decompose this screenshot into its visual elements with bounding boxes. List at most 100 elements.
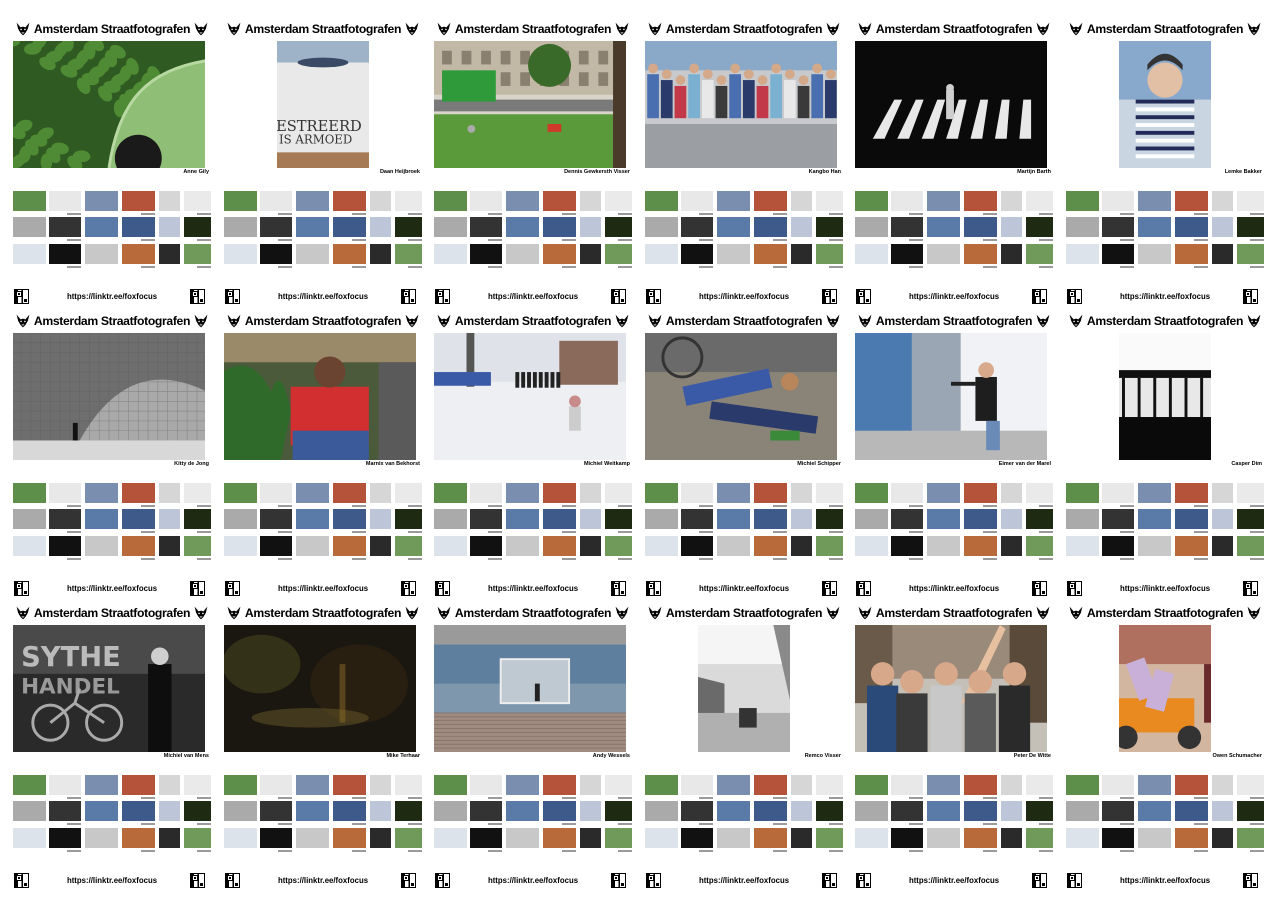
- poster-title: Amsterdam Straatfotografen: [244, 22, 402, 36]
- fox-head-icon: [15, 605, 31, 621]
- linktree-link[interactable]: https://linktr.ee/foxfocus: [254, 584, 392, 593]
- mini-caption: [1025, 265, 1053, 269]
- linktree-link[interactable]: https://linktr.ee/foxfocus: [885, 876, 1023, 885]
- mini-thumbnail: [370, 828, 391, 848]
- mini-thumbnail: [855, 509, 888, 529]
- mini-thumbnail: [434, 191, 467, 211]
- mini-caption: [183, 212, 211, 216]
- linktree-link[interactable]: https://linktr.ee/foxfocus: [464, 876, 602, 885]
- linktree-link[interactable]: https://linktr.ee/foxfocus: [675, 292, 813, 301]
- mini-caption: [815, 796, 843, 800]
- mini-thumbnail: [754, 217, 787, 237]
- mini-thumbnail: [260, 483, 292, 503]
- mini-thumbnail: [681, 217, 713, 237]
- mini-thumbnail: [333, 244, 366, 264]
- mini-caption: [895, 557, 923, 561]
- mini-thumbnail: [816, 509, 843, 529]
- poster-header: Amsterdam Straatfotografen: [15, 311, 209, 331]
- qr-code-icon: [14, 289, 29, 304]
- poster-header: Amsterdam Straatfotografen: [1068, 19, 1262, 39]
- mini-caption: [969, 212, 997, 216]
- mini-thumbnail: [85, 483, 118, 503]
- mini-thumbnail: [184, 483, 211, 503]
- mini-thumbnail: [1102, 801, 1134, 821]
- mini-caption: [895, 822, 923, 826]
- mini-caption: [1106, 557, 1134, 561]
- mini-caption: [759, 238, 787, 242]
- mini-caption: [394, 796, 422, 800]
- poster-title: Amsterdam Straatfotografen: [244, 606, 402, 620]
- poster-title: Amsterdam Straatfotografen: [33, 314, 191, 328]
- thumbnail-grid: [855, 483, 1053, 577]
- linktree-link[interactable]: https://linktr.ee/foxfocus: [675, 876, 813, 885]
- linktree-link[interactable]: https://linktr.ee/foxfocus: [43, 876, 181, 885]
- fox-head-icon: [857, 21, 873, 37]
- mini-thumbnail: [580, 244, 601, 264]
- mini-thumbnail: [85, 217, 118, 237]
- mini-caption: [394, 212, 422, 216]
- mini-thumbnail: [184, 536, 211, 556]
- mini-thumbnail: [1102, 191, 1134, 211]
- mini-thumbnail: [470, 775, 502, 795]
- linktree-link[interactable]: https://linktr.ee/foxfocus: [1096, 876, 1234, 885]
- linktree-link[interactable]: https://linktr.ee/foxfocus: [254, 292, 392, 301]
- mini-caption: [604, 530, 632, 534]
- linktree-link[interactable]: https://linktr.ee/foxfocus: [464, 292, 602, 301]
- mini-thumbnail: [333, 828, 366, 848]
- linktree-link[interactable]: https://linktr.ee/foxfocus: [43, 292, 181, 301]
- linktree-link[interactable]: https://linktr.ee/foxfocus: [254, 876, 392, 885]
- mini-thumbnail: [85, 775, 118, 795]
- linktree-link[interactable]: https://linktr.ee/foxfocus: [885, 292, 1023, 301]
- linktree-link[interactable]: https://linktr.ee/foxfocus: [1096, 584, 1234, 593]
- mini-thumbnail: [1237, 509, 1264, 529]
- mini-thumbnail: [333, 509, 366, 529]
- mini-caption: [53, 504, 81, 508]
- photographer-caption: Kitty de Jong: [174, 461, 209, 467]
- mini-caption: [815, 265, 843, 269]
- linktree-link[interactable]: https://linktr.ee/foxfocus: [1096, 292, 1234, 301]
- mini-caption: [685, 238, 713, 242]
- mini-caption: [338, 557, 366, 561]
- mini-thumbnail: [49, 828, 81, 848]
- mini-thumbnail: [224, 217, 257, 237]
- mini-caption: [474, 557, 502, 561]
- mini-thumbnail: [855, 801, 888, 821]
- mini-thumbnail: [605, 217, 632, 237]
- mini-thumbnail: [506, 536, 539, 556]
- mini-caption: [338, 822, 366, 826]
- mini-thumbnail: [1237, 536, 1264, 556]
- fox-head-icon: [226, 313, 242, 329]
- poster-title: Amsterdam Straatfotografen: [454, 314, 612, 328]
- mini-caption: [895, 238, 923, 242]
- mini-thumbnail: [224, 483, 257, 503]
- qr-code-icon: [1243, 289, 1258, 304]
- linktree-link[interactable]: https://linktr.ee/foxfocus: [43, 584, 181, 593]
- mini-thumbnail: [296, 775, 329, 795]
- mini-caption: [264, 796, 292, 800]
- poster-title: Amsterdam Straatfotografen: [1086, 22, 1244, 36]
- mini-thumbnail: [370, 191, 391, 211]
- poster-card: Amsterdam Straatfotografen GESTREERDIS AR…: [224, 19, 422, 309]
- qr-code-icon: [822, 289, 837, 304]
- mini-caption: [1025, 796, 1053, 800]
- linktree-link[interactable]: https://linktr.ee/foxfocus: [675, 584, 813, 593]
- mini-thumbnail: [891, 191, 923, 211]
- mini-thumbnail: [296, 191, 329, 211]
- thumbnail-grid: [645, 483, 843, 577]
- linktree-link[interactable]: https://linktr.ee/foxfocus: [885, 584, 1023, 593]
- qr-code-icon: [225, 581, 240, 596]
- mini-caption: [53, 265, 81, 269]
- mini-thumbnail: [1066, 828, 1099, 848]
- poster-header: Amsterdam Straatfotografen: [647, 311, 841, 331]
- mini-thumbnail: [395, 191, 422, 211]
- mini-thumbnail: [1026, 244, 1053, 264]
- mini-thumbnail: [681, 536, 713, 556]
- mini-caption: [1180, 796, 1208, 800]
- mini-thumbnail: [122, 483, 155, 503]
- mini-caption: [759, 796, 787, 800]
- mini-thumbnail: [645, 483, 678, 503]
- linktree-link[interactable]: https://linktr.ee/foxfocus: [464, 584, 602, 593]
- photographer-caption: Kangbo Han: [808, 169, 841, 175]
- qr-code-icon: [1032, 289, 1047, 304]
- mini-caption: [1236, 557, 1264, 561]
